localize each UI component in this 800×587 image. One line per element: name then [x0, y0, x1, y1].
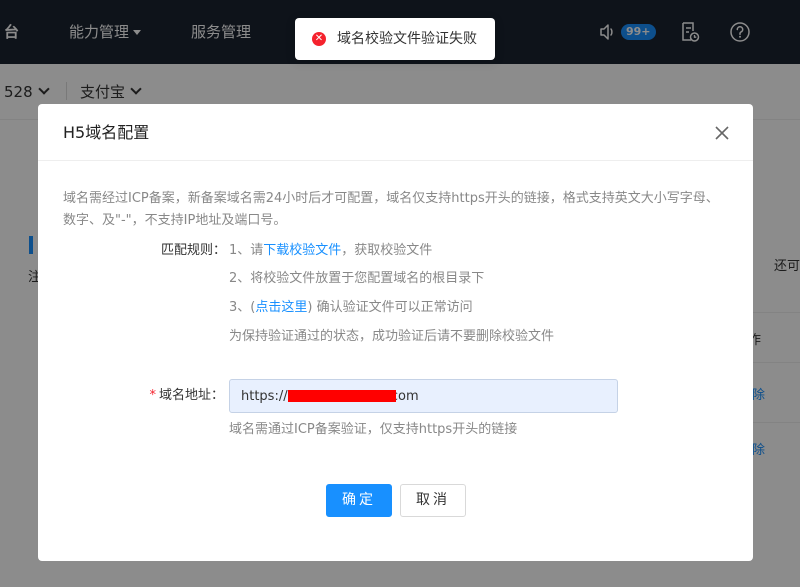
domain-requirements-text: 域名需经过ICP备案，新备案域名需24小时后才可配置，域名仅支持https开头的… [63, 191, 719, 228]
dialog-header: H5域名配置 [38, 104, 753, 161]
rule-step-3-prefix: 3、( [229, 300, 256, 315]
rule-step-1: 1、请下载校验文件，获取校验文件 [229, 242, 432, 260]
rule-step-1-suffix: ，获取校验文件 [341, 243, 433, 258]
rule-keep-file-note: 为保持验证通过的状态，成功验证后请不要删除校验文件 [229, 329, 555, 344]
close-icon[interactable] [711, 122, 733, 144]
redaction-bar [288, 390, 396, 402]
domain-address-label-text: 域名地址： [158, 388, 224, 403]
rule-step-3: 3、(点击这里) 确认验证文件可以正常访问 [229, 299, 473, 317]
match-rules-label: 匹配规则： [160, 243, 226, 258]
rule-step-3-suffix: ) 确认验证文件可以正常访问 [307, 300, 473, 315]
rule-step-1-prefix: 1、请 [229, 243, 264, 258]
toast-message: 域名校验文件验证失败 [337, 31, 477, 47]
dialog-title: H5域名配置 [63, 123, 150, 142]
h5-domain-config-dialog: H5域名配置 域名需经过ICP备案，新备案域名需24小时后才可配置，域名仅支持h… [38, 104, 753, 561]
rule-step-2: 2、将校验文件放置于您配置域名的根目录下 [229, 271, 485, 286]
error-toast: ✕ 域名校验文件验证失败 [295, 18, 495, 60]
confirm-button[interactable]: 确定 [326, 484, 392, 517]
cancel-button[interactable]: 取消 [400, 484, 466, 517]
required-mark: * [149, 388, 156, 403]
click-here-link[interactable]: 点击这里 [255, 300, 307, 315]
domain-address-label: * 域名地址： [138, 387, 224, 405]
download-verification-file-link[interactable]: 下载校验文件 [263, 243, 341, 258]
error-circle-icon: ✕ [312, 32, 326, 46]
domain-address-hint: 域名需通过ICP备案验证，仅支持https开头的链接 [229, 422, 518, 437]
